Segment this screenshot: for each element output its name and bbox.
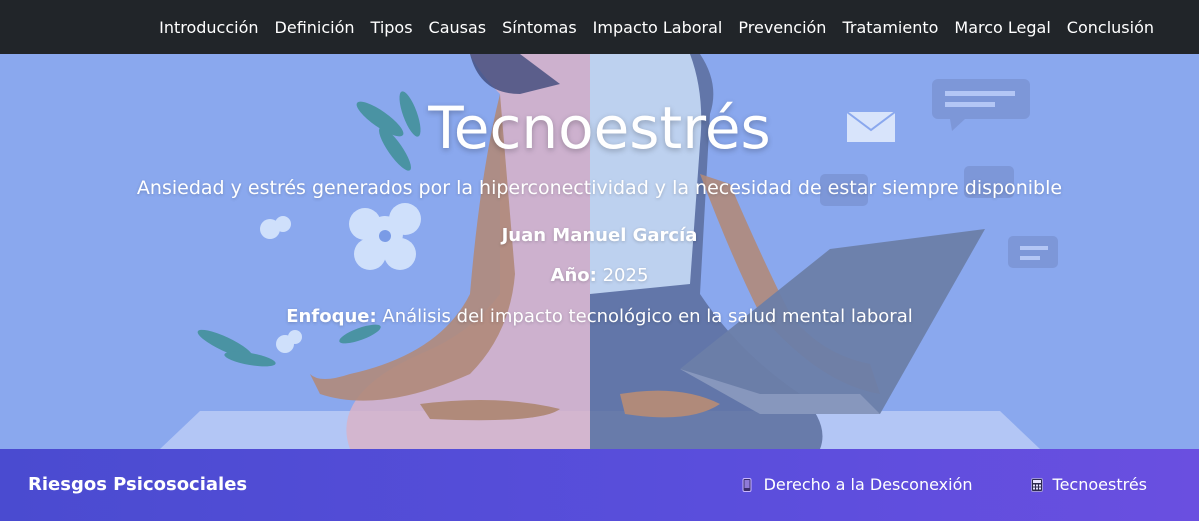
page-subtitle: Ansiedad y estrés generados por la hiper… [136, 177, 1063, 199]
nav-item-conclusion[interactable]: Conclusión [1067, 18, 1154, 37]
calculator-icon [1030, 477, 1043, 492]
nav-item-prevencion[interactable]: Prevención [738, 18, 826, 37]
hero-content: Tecnoestrés Ansiedad y estrés generados … [0, 54, 1199, 449]
nav-menu: Introducción Definición Tipos Causas Sín… [159, 0, 1154, 54]
focus-value: Análisis del impacto tecnológico en la s… [382, 306, 913, 327]
footer-link-derecho-desconexion[interactable]: Derecho a la Desconexión [742, 475, 973, 494]
footer-link-label: Tecnoestrés [1052, 475, 1147, 494]
focus-label: Enfoque: [286, 306, 377, 327]
author-name: Juan Manuel García [501, 225, 698, 246]
nav-item-impacto-laboral[interactable]: Impacto Laboral [593, 18, 723, 37]
focus-line: Enfoque: Análisis del impacto tecnológic… [0, 306, 1199, 327]
year-line: Año: 2025 [0, 265, 1199, 286]
page-title: Tecnoestrés [428, 94, 771, 162]
footer-link-label: Derecho a la Desconexión [763, 475, 973, 494]
top-navbar: Introducción Definición Tipos Causas Sín… [0, 0, 1199, 54]
nav-item-sintomas[interactable]: Síntomas [502, 18, 577, 37]
nav-item-tipos[interactable]: Tipos [371, 18, 413, 37]
year-label: Año: [550, 265, 597, 286]
nav-item-causas[interactable]: Causas [429, 18, 487, 37]
nav-item-tratamiento[interactable]: Tratamiento [842, 18, 938, 37]
footer-bar: Riesgos Psicosociales Derecho a la Desco… [0, 449, 1199, 521]
hero-section: Tecnoestrés Ansiedad y estrés generados … [0, 54, 1199, 449]
footer-link-tecnoestres[interactable]: Tecnoestrés [1030, 475, 1147, 494]
year-value: 2025 [602, 265, 649, 286]
brand-title[interactable]: Riesgos Psicosociales [28, 474, 247, 495]
nav-item-marco-legal[interactable]: Marco Legal [954, 18, 1050, 37]
footer-links: Derecho a la Desconexión Tecnoestrés [742, 475, 1147, 494]
nav-item-introduccion[interactable]: Introducción [159, 18, 258, 37]
mobile-phone-icon [742, 477, 754, 492]
nav-item-definicion[interactable]: Definición [275, 18, 355, 37]
